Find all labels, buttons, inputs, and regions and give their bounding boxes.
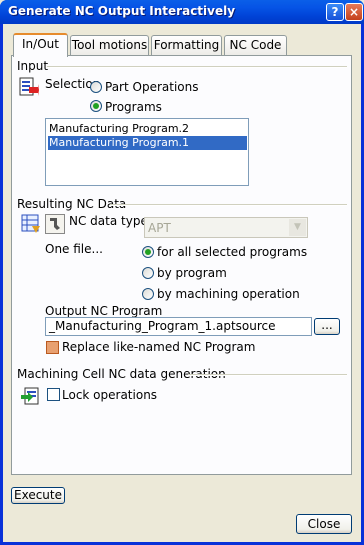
window-title: Generate NC Output Interactively: [8, 4, 236, 18]
output-nc-program-field[interactable]: _Manufacturing_Program_1.aptsource: [45, 317, 312, 336]
all-selected-programs-radio[interactable]: [142, 246, 154, 258]
machining-cell-separator: [188, 374, 347, 376]
tab-nc-code[interactable]: NC Code: [224, 35, 287, 56]
list-item-selected[interactable]: Manufacturing Program.1: [48, 136, 247, 150]
by-machining-operation-radio[interactable]: [142, 288, 154, 300]
part-operations-label[interactable]: Part Operations: [105, 80, 198, 94]
by-program-radio[interactable]: [142, 267, 154, 279]
execute-button[interactable]: Execute: [11, 487, 65, 504]
programs-label[interactable]: Programs: [105, 100, 162, 114]
by-machining-operation-label[interactable]: by machining operation: [157, 287, 300, 301]
title-bar[interactable]: Generate NC Output Interactively ? ×: [0, 0, 364, 24]
all-selected-programs-label[interactable]: for all selected programs: [157, 245, 307, 259]
browse-button[interactable]: ...: [314, 318, 340, 335]
close-window-button[interactable]: ×: [345, 3, 363, 21]
tool-path-icon[interactable]: [45, 214, 65, 234]
tab-tool-motions[interactable]: Tool motions: [70, 35, 149, 56]
lock-operations-icon[interactable]: [21, 386, 41, 406]
tab-in-out[interactable]: In/Out: [13, 33, 68, 57]
programs-radio[interactable]: [90, 100, 102, 112]
list-item[interactable]: Manufacturing Program.2: [48, 122, 247, 136]
output-nc-program-label: Output NC Program: [45, 304, 163, 318]
nc-data-type-combo[interactable]: APT ▼: [144, 217, 308, 238]
programs-listbox[interactable]: Manufacturing Program.2 Manufacturing Pr…: [45, 118, 249, 186]
chevron-down-icon[interactable]: ▼: [289, 219, 306, 236]
input-separator: [47, 66, 347, 68]
by-program-label[interactable]: by program: [157, 266, 227, 280]
part-operations-radio[interactable]: [90, 81, 102, 93]
input-section-label: Input: [17, 59, 49, 73]
close-button[interactable]: Close: [296, 514, 352, 534]
lock-operations-checkbox[interactable]: [47, 388, 60, 401]
help-button[interactable]: ?: [326, 3, 344, 21]
nc-data-type-label: NC data type:: [69, 214, 152, 228]
lock-operations-label[interactable]: Lock operations: [62, 388, 157, 402]
replace-nc-program-label[interactable]: Replace like-named NC Program: [62, 340, 255, 354]
nc-data-type-value: APT: [148, 221, 171, 235]
selection-icon[interactable]: [19, 77, 39, 97]
nc-data-icon[interactable]: [21, 214, 41, 234]
resulting-separator: [110, 204, 347, 206]
one-file-label: One file...: [45, 242, 103, 256]
replace-nc-program-checkbox[interactable]: [46, 341, 59, 354]
tab-formatting[interactable]: Formatting: [151, 35, 222, 56]
